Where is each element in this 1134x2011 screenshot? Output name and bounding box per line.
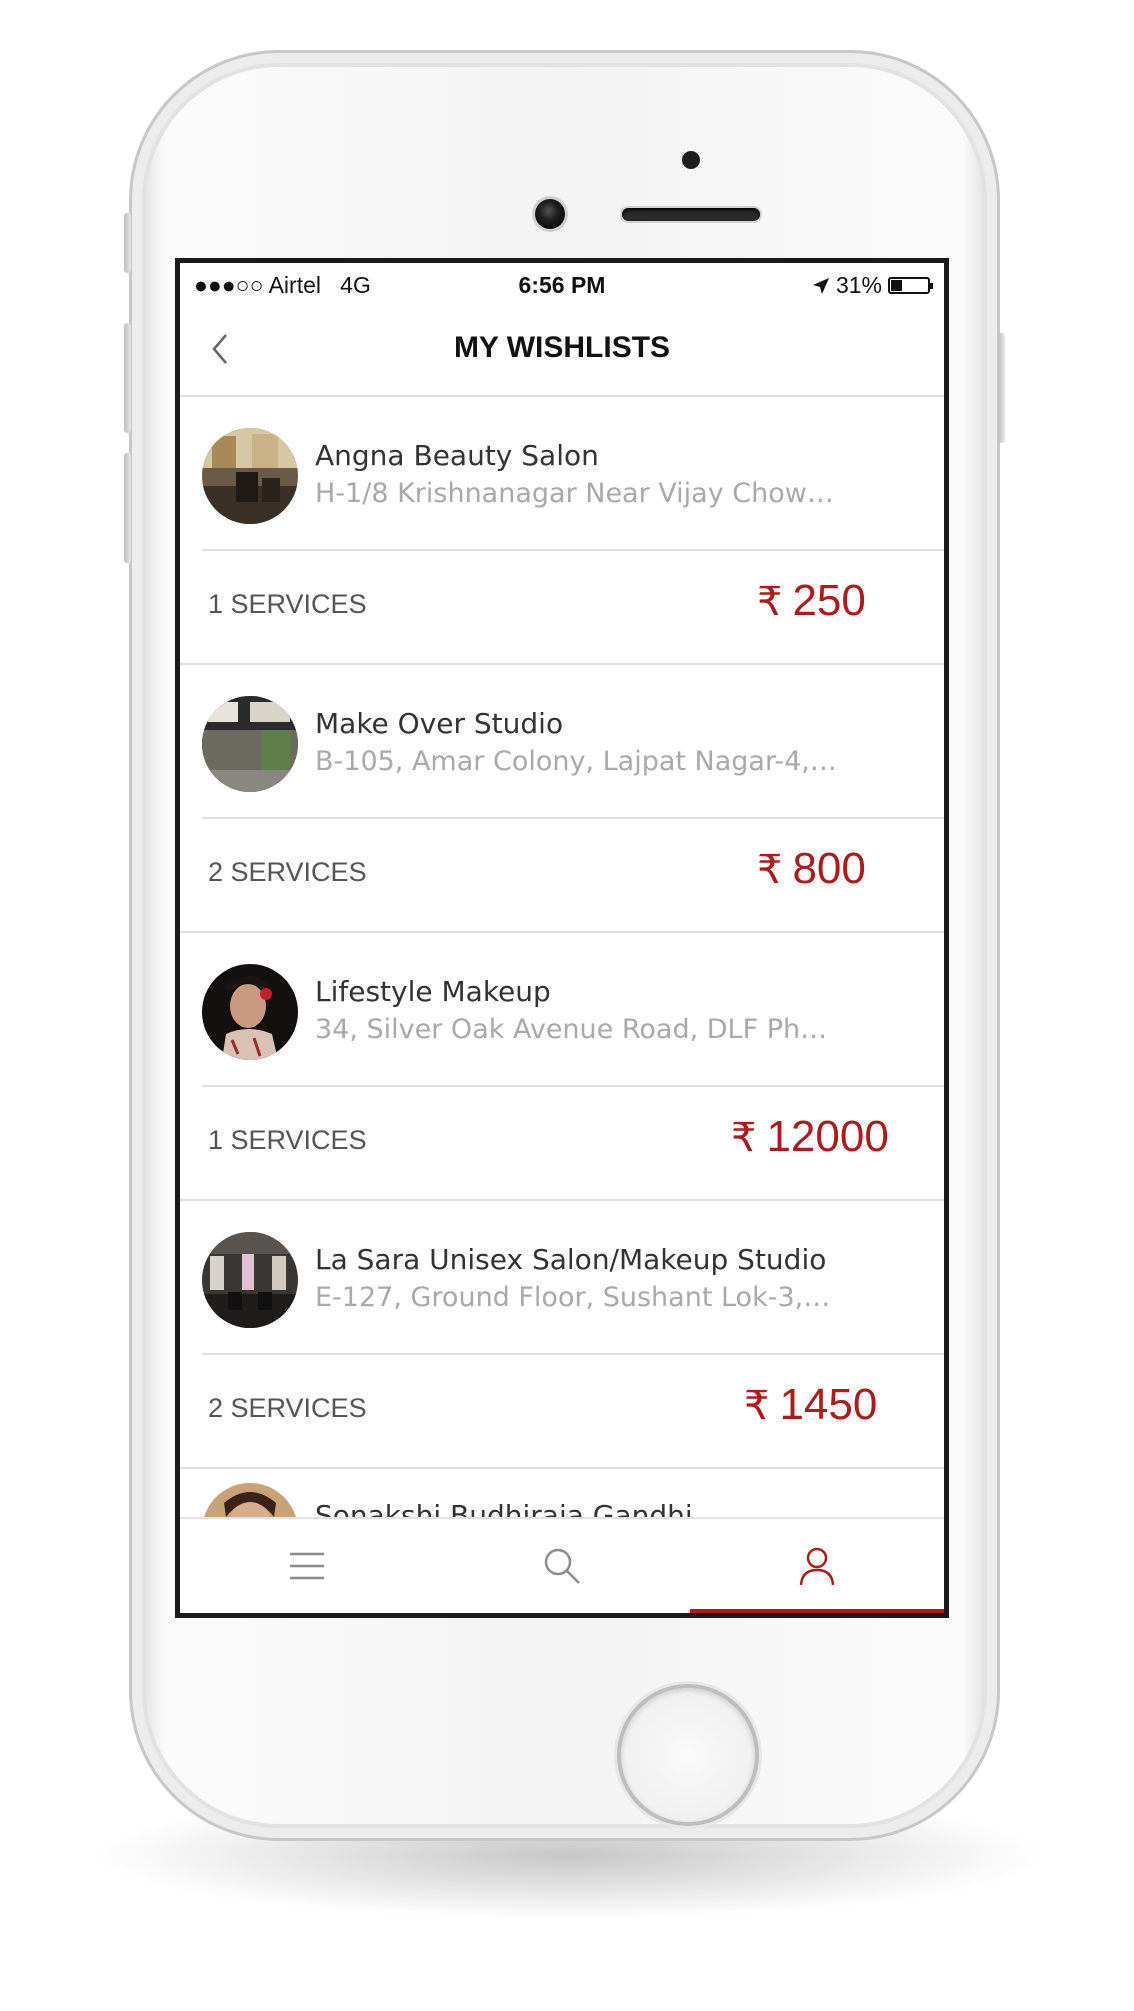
nav-header: MY WISHLISTS (180, 303, 944, 397)
wishlist-item: La Sara Unisex Salon/Makeup Studio E-127… (180, 1201, 944, 1469)
services-count: 1 SERVICES (208, 1125, 367, 1155)
front-camera (535, 199, 565, 229)
salon-name: La Sara Unisex Salon/Makeup Studio (315, 1243, 827, 1276)
services-row[interactable]: 2 SERVICES ₹800 (180, 819, 944, 929)
services-row[interactable]: 2 SERVICES ₹1450 (180, 1355, 944, 1465)
page-title: MY WISHLISTS (453, 331, 671, 364)
price: ₹250 (757, 576, 866, 626)
services-count: 1 SERVICES (208, 589, 367, 619)
price-value: 800 (792, 844, 866, 893)
volume-up-button (124, 323, 131, 433)
app-screen: ●●●○○ Airtel 4G 6:56 PM 31% MY WISHLISTS (175, 258, 949, 1618)
proximity-sensor (682, 151, 700, 169)
wishlist-list: Angna Beauty Salon H-1/8 Krishnanagar Ne… (180, 397, 944, 1469)
tab-menu[interactable] (180, 1519, 434, 1613)
price-value: 12000 (766, 1112, 889, 1161)
salon-row[interactable]: Lifestyle Makeup 34, Silver Oak Avenue R… (180, 933, 944, 1085)
rupee-icon: ₹ (757, 580, 783, 624)
power-button (998, 333, 1005, 443)
active-tab-indicator (690, 1609, 944, 1613)
search-icon (544, 1548, 580, 1584)
wishlist-item: Make Over Studio B-105, Amar Colony, Laj… (180, 665, 944, 933)
salon-avatar (202, 696, 298, 792)
tab-search[interactable] (435, 1519, 689, 1613)
services-row[interactable]: 1 SERVICES ₹250 (180, 551, 944, 661)
user-icon (799, 1547, 835, 1586)
services-row[interactable]: 1 SERVICES ₹12000 (180, 1087, 944, 1197)
price: ₹12000 (731, 1112, 889, 1162)
salon-avatar (202, 1232, 298, 1328)
status-right: 31% (812, 272, 933, 299)
battery-icon (888, 277, 933, 294)
volume-down-button (124, 453, 131, 563)
menu-icon (290, 1552, 324, 1580)
services-count: 2 SERVICES (208, 1393, 367, 1423)
salon-address: 34, Silver Oak Avenue Road, DLF Ph… (315, 1014, 828, 1045)
wishlist-item-partial[interactable]: Sonakshi Budhiraja Gandhi (180, 1461, 944, 1521)
rupee-icon: ₹ (731, 1116, 757, 1160)
battery-percent: 31% (835, 272, 882, 298)
rupee-icon: ₹ (744, 1384, 770, 1428)
battery-level (891, 280, 902, 291)
salon-address: E-127, Ground Floor, Sushant Lok-3,… (315, 1282, 831, 1313)
price-value: 250 (792, 576, 866, 625)
salon-row[interactable]: Make Over Studio B-105, Amar Colony, Laj… (180, 665, 944, 817)
earpiece-speaker (622, 208, 760, 221)
salon-address: H-1/8 Krishnanagar Near Vijay Chow… (315, 478, 834, 509)
salon-avatar (202, 1483, 298, 1521)
salon-name: Lifestyle Makeup (315, 975, 551, 1008)
salon-row[interactable]: Angna Beauty Salon H-1/8 Krishnanagar Ne… (180, 397, 944, 549)
salon-name: Make Over Studio (315, 707, 564, 740)
wishlist-item: Lifestyle Makeup 34, Silver Oak Avenue R… (180, 933, 944, 1201)
rupee-icon: ₹ (757, 848, 783, 892)
status-bar: ●●●○○ Airtel 4G 6:56 PM 31% (180, 263, 944, 303)
services-count: 2 SERVICES (208, 857, 367, 887)
home-button[interactable] (621, 1688, 755, 1822)
location-arrow-icon (812, 277, 829, 294)
salon-address: B-105, Amar Colony, Lajpat Nagar-4,… (315, 746, 837, 777)
salon-row[interactable]: La Sara Unisex Salon/Makeup Studio E-127… (180, 1201, 944, 1353)
price: ₹1450 (744, 1380, 877, 1430)
salon-name: Angna Beauty Salon (315, 439, 599, 472)
salon-avatar (202, 428, 298, 524)
tab-bar (180, 1517, 944, 1613)
price-value: 1450 (779, 1380, 878, 1429)
price: ₹800 (757, 844, 866, 894)
tab-profile[interactable] (690, 1519, 944, 1613)
salon-avatar (202, 964, 298, 1060)
mute-switch (124, 213, 131, 273)
wishlist-item: Angna Beauty Salon H-1/8 Krishnanagar Ne… (180, 397, 944, 665)
